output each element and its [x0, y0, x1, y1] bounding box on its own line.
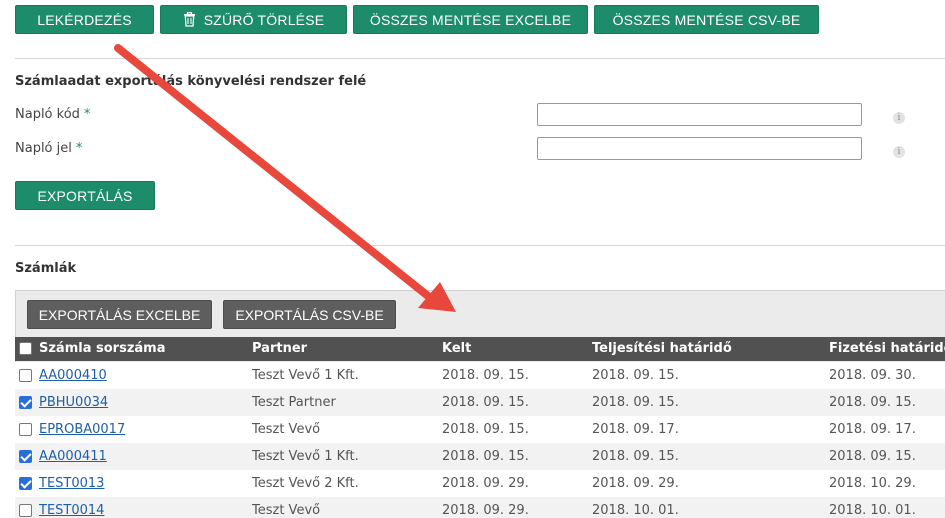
row-checkbox[interactable] [19, 450, 32, 463]
issued-cell: 2018. 09. 15. [442, 449, 529, 464]
column-header-partner[interactable]: Partner [252, 341, 307, 356]
required-mark: * [83, 107, 91, 122]
journal-sign-input[interactable] [537, 137, 862, 160]
partner-cell: Teszt Partner [252, 395, 336, 410]
table-row[interactable]: AA000411 Teszt Vevő 1 Kft. 2018. 09. 15.… [15, 443, 945, 470]
payment-cell: 2018. 09. 15. [829, 449, 916, 464]
journal-code-label-text: Napló kód [15, 107, 80, 122]
info-icon[interactable]: i [893, 146, 905, 158]
payment-cell: 2018. 10. 29. [829, 476, 916, 491]
invoices-section-title: Számlák [15, 261, 77, 276]
journal-sign-label: Napló jel * [15, 141, 82, 156]
column-header-issued[interactable]: Kelt [442, 341, 471, 356]
required-mark: * [75, 141, 83, 156]
column-header-fulfillment[interactable]: Teljesítési határidő [592, 341, 732, 356]
save-all-excel-button[interactable]: ÖSSZES MENTÉSE EXCELBE [353, 5, 588, 34]
partner-cell: Teszt Vevő 2 Kft. [252, 476, 359, 491]
row-checkbox[interactable] [19, 477, 32, 490]
select-all-checkbox[interactable] [19, 342, 32, 355]
partner-cell: Teszt Vevő 1 Kft. [252, 449, 359, 464]
export-csv-button[interactable]: EXPORTÁLÁS CSV-BE [223, 300, 396, 329]
clear-filter-label: SZŰRŐ TÖRLÉSE [203, 11, 325, 28]
row-checkbox[interactable] [19, 423, 32, 436]
table-row[interactable]: TEST0013 Teszt Vevő 2 Kft. 2018. 09. 29.… [15, 470, 945, 497]
trash-icon [183, 12, 196, 27]
payment-cell: 2018. 09. 15. [829, 395, 916, 410]
journal-sign-label-text: Napló jel [15, 141, 72, 156]
row-checkbox[interactable] [19, 369, 32, 382]
clear-filter-button[interactable]: SZŰRŐ TÖRLÉSE [160, 5, 347, 34]
export-section-title: Számlaadat exportálás könyvelési rendsze… [15, 74, 367, 89]
issued-cell: 2018. 09. 15. [442, 422, 529, 437]
query-button[interactable]: LEKÉRDEZÉS [15, 5, 154, 34]
partner-cell: Teszt Vevő 1 Kft. [252, 368, 359, 383]
fulfillment-cell: 2018. 09. 17. [592, 422, 679, 437]
top-toolbar: LEKÉRDEZÉS SZŰRŐ TÖRLÉSE ÖSSZES MENTÉSE … [15, 5, 819, 34]
journal-code-label: Napló kód * [15, 107, 90, 122]
invoice-number-link[interactable]: AA000411 [39, 449, 107, 464]
table-row[interactable]: PBHU0034 Teszt Partner 2018. 09. 15. 201… [15, 389, 945, 416]
payment-cell: 2018. 10. 01. [829, 503, 916, 518]
grid-header: Számla sorszáma Partner Kelt Teljesítési… [15, 337, 945, 361]
partner-cell: Teszt Vevő [252, 422, 321, 437]
journal-code-input[interactable] [537, 103, 862, 126]
issued-cell: 2018. 09. 29. [442, 503, 529, 518]
save-all-csv-button[interactable]: ÖSSZES MENTÉSE CSV-BE [594, 5, 819, 34]
fulfillment-cell: 2018. 09. 15. [592, 368, 679, 383]
partner-cell: Teszt Vevő [252, 503, 321, 518]
issued-cell: 2018. 09. 15. [442, 368, 529, 383]
table-row[interactable]: AA000410 Teszt Vevő 1 Kft. 2018. 09. 15.… [15, 362, 945, 389]
column-header-payment[interactable]: Fizetési határidő [829, 341, 945, 356]
row-checkbox[interactable] [19, 504, 32, 517]
fulfillment-cell: 2018. 10. 01. [592, 503, 679, 518]
export-excel-button[interactable]: EXPORTÁLÁS EXCELBE [27, 300, 212, 329]
info-icon[interactable]: i [893, 112, 905, 124]
fulfillment-cell: 2018. 09. 15. [592, 395, 679, 410]
mid-divider [15, 245, 945, 246]
invoice-number-link[interactable]: EPROBA0017 [39, 422, 125, 437]
issued-cell: 2018. 09. 15. [442, 395, 529, 410]
table-row[interactable]: EPROBA0017 Teszt Vevő 2018. 09. 15. 2018… [15, 416, 945, 443]
top-divider [15, 58, 945, 59]
fulfillment-cell: 2018. 09. 29. [592, 476, 679, 491]
row-checkbox[interactable] [19, 396, 32, 409]
fulfillment-cell: 2018. 09. 15. [592, 449, 679, 464]
table-row[interactable]: TEST0014 Teszt Vevő 2018. 09. 29. 2018. … [15, 497, 945, 518]
invoice-number-link[interactable]: TEST0013 [39, 476, 104, 491]
export-button[interactable]: EXPORTÁLÁS [15, 181, 155, 210]
payment-cell: 2018. 09. 30. [829, 368, 916, 383]
invoice-number-link[interactable]: TEST0014 [39, 503, 104, 518]
payment-cell: 2018. 09. 17. [829, 422, 916, 437]
column-header-number[interactable]: Számla sorszáma [39, 341, 165, 356]
issued-cell: 2018. 09. 29. [442, 476, 529, 491]
invoice-number-link[interactable]: AA000410 [39, 368, 107, 383]
invoice-number-link[interactable]: PBHU0034 [39, 395, 108, 410]
